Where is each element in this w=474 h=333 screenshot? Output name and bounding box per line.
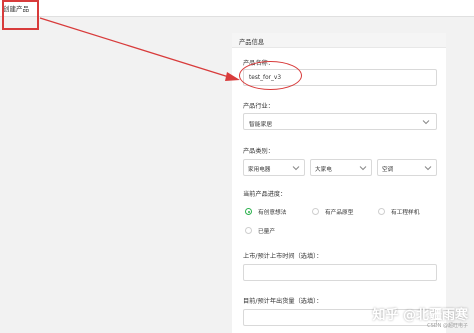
watermark: 知乎 @北疆雨寒 bbox=[372, 308, 468, 323]
create-product-page: 创建产品 产品信息 产品名称： test_for_v3 产品行业： 智能家居 产… bbox=[0, 0, 474, 333]
watermark-sub: CSDN @超旺电子 bbox=[427, 323, 468, 329]
annotation-arrow bbox=[39, 17, 240, 81]
